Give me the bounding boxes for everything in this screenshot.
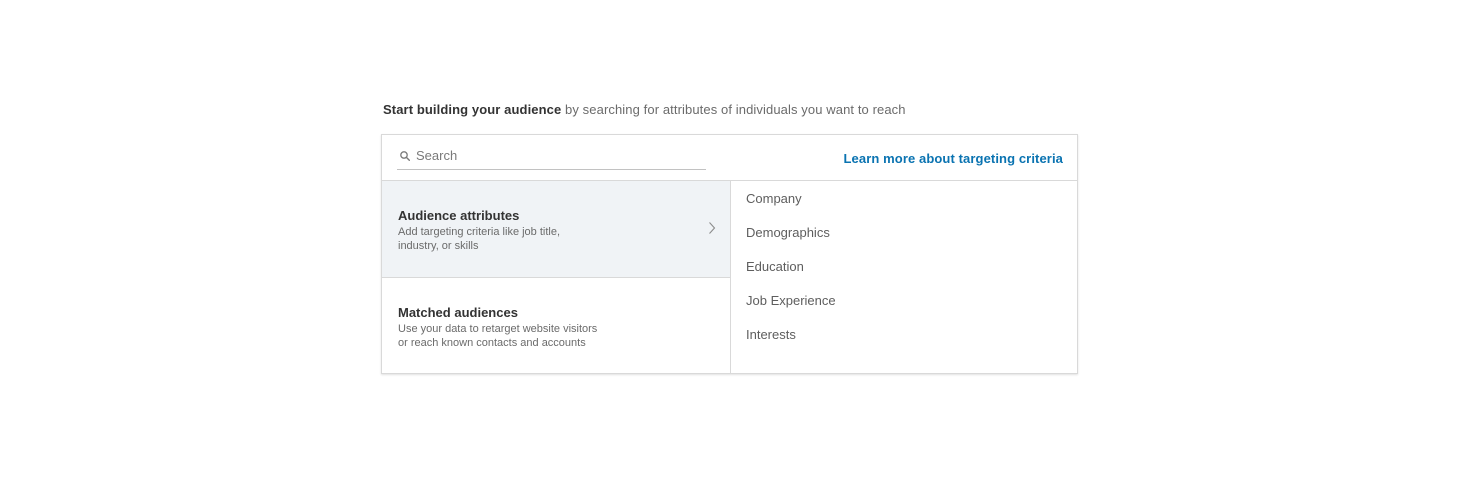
category-description-line: or reach known contacts and accounts [398,337,586,349]
subcategory-job-experience[interactable]: Job Experience [746,293,836,308]
subcategory-company[interactable]: Company [746,191,802,206]
intro-text: Start building your audience by searchin… [383,102,906,117]
category-description-line: industry, or skills [398,240,479,252]
search-input[interactable] [416,145,696,165]
search-icon [400,151,410,161]
subcategory-interests[interactable]: Interests [746,327,796,342]
category-description-line: Add targeting criteria like job title, [398,226,561,238]
intro-bold: Start building your audience [383,102,562,117]
subcategory-list: Company Demographics Education Job Exper… [731,181,1077,374]
category-description: Add targeting criteria like job title, i… [398,225,648,253]
intro-rest: by searching for attributes of individua… [561,102,906,117]
subcategory-education[interactable]: Education [746,259,804,274]
learn-more-link[interactable]: Learn more about targeting criteria [844,151,1064,166]
category-list: Audience attributes Add targeting criter… [382,181,731,374]
chevron-right-icon [709,222,716,234]
category-description-line: Use your data to retarget website visito… [398,323,598,335]
category-matched-audiences[interactable]: Matched audiences Use your data to retar… [382,278,730,374]
category-title: Matched audiences [398,305,518,320]
panel-header: Learn more about targeting criteria [382,135,1077,181]
category-audience-attributes[interactable]: Audience attributes Add targeting criter… [382,181,730,278]
category-description: Use your data to retarget website visito… [398,322,648,350]
category-title: Audience attributes [398,208,520,223]
search-box [397,143,706,170]
subcategory-demographics[interactable]: Demographics [746,225,830,240]
audience-builder-panel: Learn more about targeting criteria Audi… [381,134,1078,374]
